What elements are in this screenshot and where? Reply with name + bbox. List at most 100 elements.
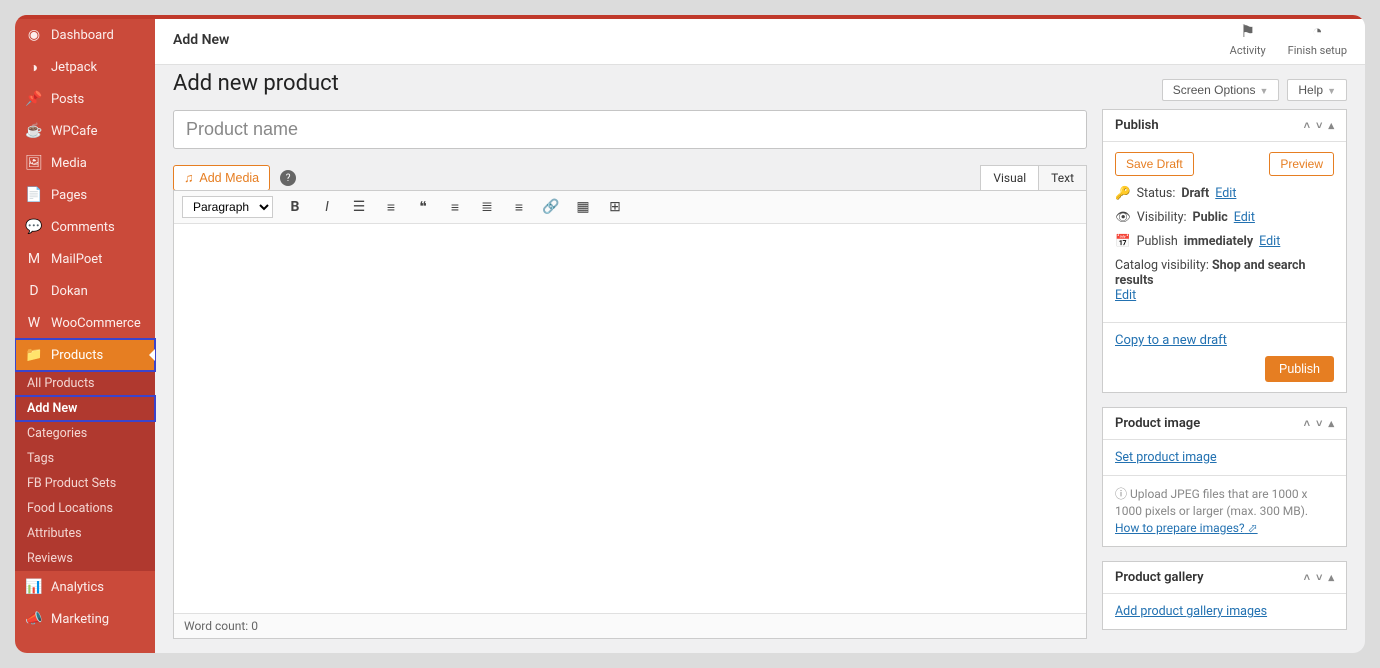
panel-title: Product gallery	[1115, 570, 1204, 585]
eye-icon: 👁	[1115, 210, 1131, 225]
cafe-icon: ☕	[25, 122, 43, 140]
panel-title: Publish	[1115, 118, 1159, 133]
caret-up-icon[interactable]: ▴	[1328, 571, 1334, 584]
marketing-icon: 📣	[25, 610, 43, 628]
publish-time-label: Publish	[1137, 234, 1178, 249]
woocommerce-icon: W	[25, 314, 43, 332]
chevron-up-icon[interactable]: ˄	[1304, 571, 1310, 584]
sidebar-item-marketing[interactable]: 📣 Marketing	[15, 603, 155, 635]
chevron-down-icon[interactable]: ˅	[1316, 571, 1322, 584]
more-button[interactable]: ▦	[573, 197, 593, 217]
sidebar-item-products[interactable]: 📁 Products	[15, 339, 155, 371]
pin-icon: 📌	[25, 90, 43, 108]
bold-button[interactable]: B	[285, 197, 305, 217]
breadcrumb: Add New	[173, 32, 229, 48]
edit-status-link[interactable]: Edit	[1215, 186, 1236, 201]
set-product-image-link[interactable]: Set product image	[1115, 450, 1217, 465]
sidebar-item-comments[interactable]: 💬Comments	[15, 211, 155, 243]
numbered-list-button[interactable]: ≡	[381, 197, 401, 217]
caret-up-icon[interactable]: ▴	[1328, 119, 1334, 132]
toolbar-toggle-button[interactable]: ⊞	[605, 197, 625, 217]
panel-title: Product image	[1115, 416, 1200, 431]
submenu-food-locations[interactable]: Food Locations	[15, 496, 155, 521]
key-icon: 🔑	[1115, 186, 1131, 201]
product-image-panel: Product image ˄˅▴ Set product image ⓘ Up…	[1102, 407, 1347, 547]
sidebar-label: Products	[51, 348, 103, 363]
sidebar-item-analytics[interactable]: 📊 Analytics	[15, 571, 155, 603]
calendar-icon: 📅	[1115, 234, 1131, 249]
align-left-button[interactable]: ≡	[445, 197, 465, 217]
add-gallery-images-link[interactable]: Add product gallery images	[1115, 604, 1267, 619]
sidebar-item-dokan[interactable]: DDokan	[15, 275, 155, 307]
media-icon: 🖼	[25, 154, 43, 172]
preview-button[interactable]: Preview	[1269, 152, 1334, 176]
comments-icon: 💬	[25, 218, 43, 236]
screen-options-button[interactable]: Screen Options▼	[1162, 79, 1280, 101]
align-right-button[interactable]: ≡	[509, 197, 529, 217]
format-select[interactable]: Paragraph	[182, 196, 273, 218]
tab-text[interactable]: Text	[1038, 165, 1087, 191]
blockquote-button[interactable]: ❝	[413, 197, 433, 217]
submenu-all-products[interactable]: All Products	[15, 371, 155, 396]
sidebar-item-wpcafe[interactable]: ☕ WPCafe	[15, 115, 155, 147]
mailpoet-icon: M	[25, 250, 43, 268]
chevron-up-icon[interactable]: ˄	[1304, 417, 1310, 430]
sidebar-label: Posts	[51, 92, 84, 107]
finish-setup-button[interactable]: ◔ Finish setup	[1288, 22, 1347, 57]
caret-up-icon[interactable]: ▴	[1328, 417, 1334, 430]
product-gallery-panel: Product gallery ˄ ˅ ▴ Add product gallery …	[1102, 561, 1347, 630]
submenu-tags[interactable]: Tags	[15, 446, 155, 471]
dokan-icon: D	[25, 282, 43, 300]
chevron-down-icon[interactable]: ˅	[1316, 119, 1322, 132]
sidebar-label: Analytics	[51, 580, 104, 595]
italic-button[interactable]: I	[317, 197, 337, 217]
activity-button[interactable]: ⚑ Activity	[1230, 22, 1266, 57]
submenu-attributes[interactable]: Attributes	[15, 521, 155, 546]
help-button[interactable]: Help▼	[1287, 79, 1347, 101]
edit-visibility-link[interactable]: Edit	[1234, 210, 1255, 225]
chevron-down-icon[interactable]: ˅	[1316, 417, 1322, 430]
align-center-button[interactable]: ≣	[477, 197, 497, 217]
sidebar-item-pages[interactable]: 📄Pages	[15, 179, 155, 211]
sidebar-item-dashboard[interactable]: ◉Dashboard	[15, 19, 155, 51]
sidebar-item-jetpack[interactable]: ◑Jetpack	[15, 51, 155, 83]
visibility-label: Visibility:	[1137, 210, 1187, 225]
flag-icon: ⚑	[1230, 22, 1266, 42]
sidebar-item-woocommerce[interactable]: WWooCommerce	[15, 307, 155, 339]
sidebar-label: Media	[51, 156, 87, 171]
add-media-button[interactable]: ♫ Add Media	[173, 165, 270, 191]
submenu-reviews[interactable]: Reviews	[15, 546, 155, 571]
submenu-add-new[interactable]: Add New	[15, 396, 155, 421]
sidebar-submenu-products: All Products Add New Categories Tags FB …	[15, 371, 155, 571]
activity-label: Activity	[1230, 44, 1266, 57]
publish-button[interactable]: Publish	[1265, 356, 1334, 382]
product-name-input[interactable]	[173, 110, 1087, 149]
chevron-down-icon: ▼	[1259, 86, 1268, 96]
sidebar-label: WPCafe	[51, 124, 98, 139]
editor-textarea[interactable]	[174, 224, 1086, 613]
admin-sidebar: ◉Dashboard ◑Jetpack 📌 Posts ☕ WPCafe 🖼 Medi…	[15, 15, 155, 653]
how-to-prepare-link[interactable]: How to prepare images? ⬀	[1115, 521, 1258, 535]
help-icon[interactable]: ?	[280, 170, 296, 186]
copy-draft-link[interactable]: Copy to a new draft	[1115, 333, 1334, 348]
finish-setup-label: Finish setup	[1288, 44, 1347, 57]
catalog-label: Catalog visibility:	[1115, 258, 1209, 273]
submenu-fb-product-sets[interactable]: FB Product Sets	[15, 471, 155, 496]
submenu-categories[interactable]: Categories	[15, 421, 155, 446]
save-draft-button[interactable]: Save Draft	[1115, 152, 1194, 176]
sidebar-item-posts[interactable]: 📌 Posts	[15, 83, 155, 115]
status-label: Status:	[1137, 186, 1176, 201]
progress-icon: ◔	[1288, 22, 1347, 42]
chevron-down-icon: ▼	[1327, 86, 1336, 96]
folder-icon: 📁	[25, 346, 43, 364]
edit-publish-link[interactable]: Edit	[1259, 234, 1280, 249]
sidebar-item-mailpoet[interactable]: MMailPoet	[15, 243, 155, 275]
sidebar-item-media[interactable]: 🖼 Media	[15, 147, 155, 179]
bullet-list-button[interactable]: ☰	[349, 197, 369, 217]
analytics-icon: 📊	[25, 578, 43, 596]
tab-visual[interactable]: Visual	[980, 165, 1038, 191]
chevron-up-icon[interactable]: ˄	[1304, 119, 1310, 132]
sidebar-label: Marketing	[51, 612, 109, 627]
link-button[interactable]: 🔗	[541, 197, 561, 217]
edit-catalog-link[interactable]: Edit	[1115, 288, 1136, 303]
